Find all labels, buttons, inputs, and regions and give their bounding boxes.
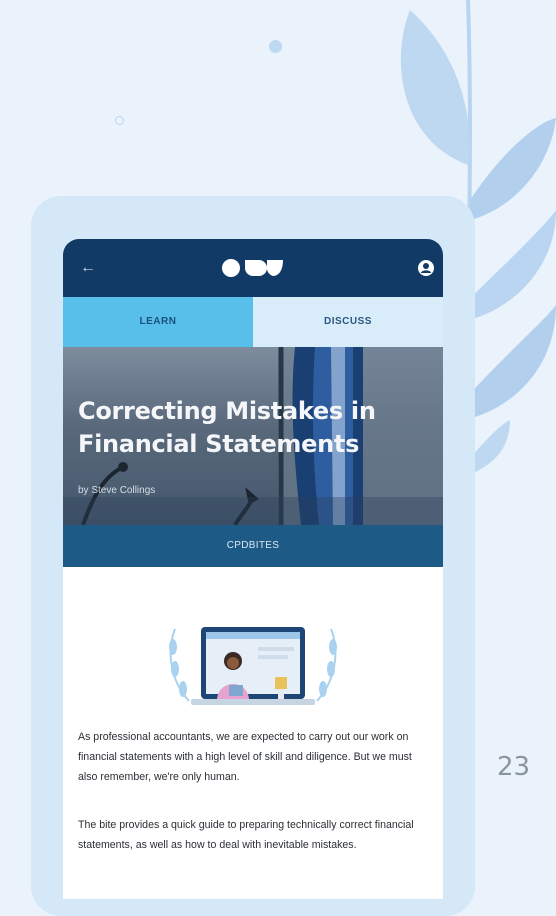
tab-bar: LEARN DISCUSS <box>63 297 443 347</box>
user-profile-icon[interactable] <box>415 257 437 279</box>
article-author: by Steve Collings <box>78 485 156 496</box>
summary-paragraph: The bite provides a quick guide to prepa… <box>78 819 414 851</box>
app-screen: ← LEARN DISCUSS Correcting Mistakes in F… <box>63 239 443 899</box>
top-navigation-bar: ← <box>63 239 443 297</box>
page-number: 23 <box>497 752 531 782</box>
tab-discuss[interactable]: DISCUSS <box>253 297 443 347</box>
brand-logo-icon <box>222 259 283 277</box>
tab-learn[interactable]: LEARN <box>63 297 253 347</box>
hero-banner: Correcting Mistakes in Financial Stateme… <box>63 347 443 525</box>
article-title: Correcting Mistakes in Financial Stateme… <box>78 397 376 458</box>
back-arrow-icon[interactable]: ← <box>77 257 99 279</box>
laptop-person-illustration <box>169 627 337 705</box>
decorative-dot <box>269 40 282 53</box>
decorative-ring <box>115 116 124 125</box>
category-label: CPDBITES <box>63 525 443 567</box>
intro-paragraph: As professional accountants, we are expe… <box>78 731 412 783</box>
